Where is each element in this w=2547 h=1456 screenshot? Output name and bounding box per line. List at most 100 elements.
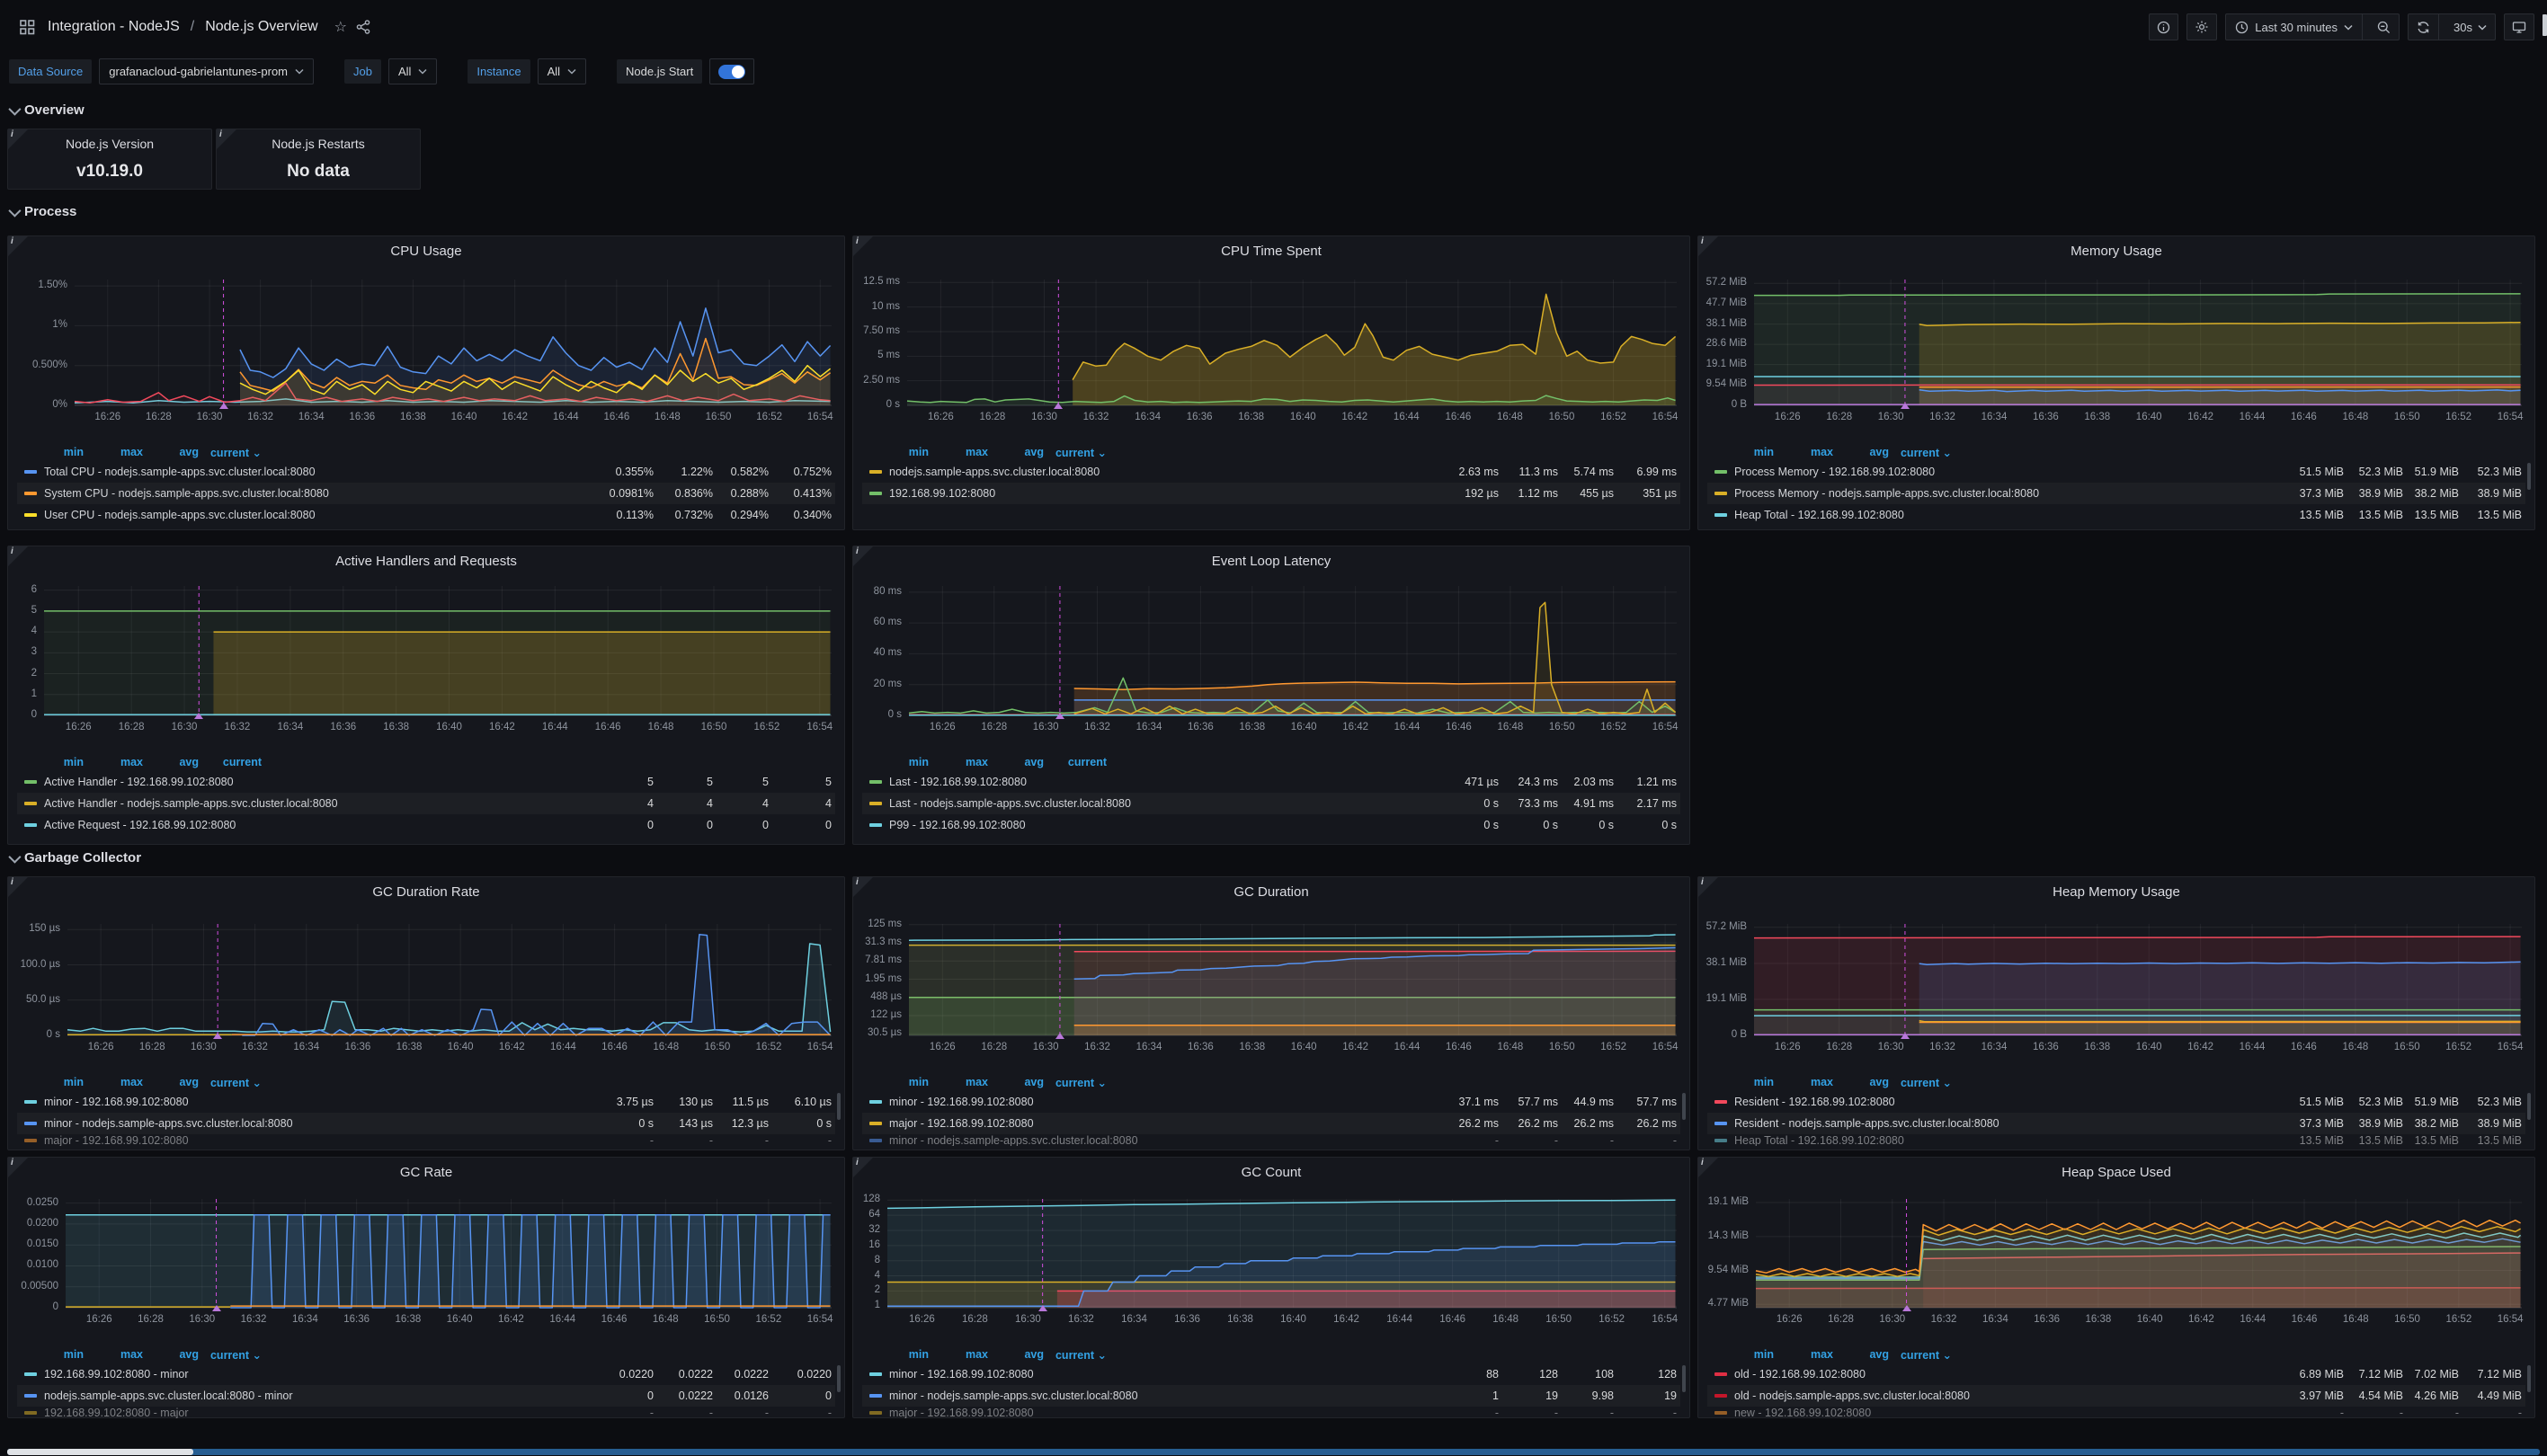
legend-sort-min[interactable]: min [17, 1076, 84, 1088]
legend-sort-max[interactable]: max [1774, 1348, 1833, 1361]
legend-series-color-swatch[interactable] [24, 1139, 37, 1142]
legend-sort-current[interactable]: current ⌄ [199, 446, 262, 459]
legend-sort-min[interactable]: min [862, 446, 929, 458]
panel-title[interactable]: GC Duration [853, 884, 1689, 900]
legend-sort-current[interactable]: current ⌄ [199, 1076, 262, 1089]
legend-sort-avg[interactable]: avg [1833, 1348, 1889, 1361]
chart-canvas-gccount[interactable] [887, 1199, 1677, 1308]
legend-series-color-swatch[interactable] [1714, 1139, 1727, 1142]
legend-sort-min[interactable]: min [17, 1348, 84, 1361]
legend-sort-current[interactable]: current ⌄ [1889, 1348, 1952, 1362]
legend-series-color-swatch[interactable] [24, 1394, 37, 1398]
legend-series-label[interactable]: new - 192.168.99.102:8080 [1734, 1407, 2277, 1418]
legend-series-color-swatch[interactable] [24, 470, 37, 474]
legend-series-label[interactable]: Resident - nodejs.sample-apps.svc.cluste… [1734, 1117, 2277, 1130]
legend-sort-max[interactable]: max [84, 1076, 143, 1088]
legend-sort-current[interactable]: current [1044, 756, 1107, 768]
legend-series-color-swatch[interactable] [24, 1372, 37, 1376]
chart-canvas-handlers[interactable] [44, 586, 832, 715]
legend-series-color-swatch[interactable] [24, 780, 37, 784]
legend-sort-current[interactable]: current ⌄ [1889, 446, 1952, 459]
chart-canvas-mem[interactable] [1754, 280, 2522, 405]
panel-title[interactable]: CPU Usage [8, 244, 844, 259]
legend-sort-current[interactable]: current ⌄ [1044, 446, 1107, 459]
chart-canvas-gcd[interactable] [909, 924, 1677, 1035]
annotation-marker-icon[interactable] [1054, 403, 1063, 409]
panel-title[interactable]: Heap Space Used [1698, 1165, 2534, 1180]
panel-title[interactable]: Memory Usage [1698, 244, 2534, 259]
legend-sort-current[interactable]: current [199, 756, 262, 768]
legend-series-color-swatch[interactable] [1714, 1411, 1727, 1415]
legend-series-label[interactable]: 192.168.99.102:8080 - major [44, 1407, 587, 1418]
legend-series-label[interactable]: Active Request - 192.168.99.102:8080 [44, 819, 587, 831]
legend-sort-max[interactable]: max [84, 446, 143, 458]
legend-sort-current[interactable]: current ⌄ [1044, 1348, 1107, 1362]
legend-series-color-swatch[interactable] [869, 1100, 882, 1104]
legend-series-label[interactable]: Heap Total - 192.168.99.102:8080 [1734, 509, 2277, 521]
legend-series-label[interactable]: Resident - 192.168.99.102:8080 [1734, 1096, 2277, 1108]
annotation-marker-icon[interactable] [1055, 713, 1064, 719]
legend-sort-avg[interactable]: avg [143, 1348, 199, 1361]
legend-series-color-swatch[interactable] [1714, 1122, 1727, 1125]
legend-series-color-swatch[interactable] [869, 1411, 882, 1415]
legend-sort-max[interactable]: max [1774, 446, 1833, 458]
legend-sort-avg[interactable]: avg [988, 1076, 1044, 1088]
legend-sort-max[interactable]: max [929, 1348, 988, 1361]
legend-scrollbar[interactable] [1682, 1365, 1686, 1392]
legend-series-color-swatch[interactable] [1714, 1394, 1727, 1398]
scrollbar-thumb[interactable] [7, 1449, 193, 1455]
legend-sort-min[interactable]: min [17, 756, 84, 768]
annotation-marker-icon[interactable] [1055, 1033, 1064, 1039]
legend-series-label[interactable]: Heap Total - 192.168.99.102:8080 [1734, 1134, 2277, 1146]
legend-sort-min[interactable]: min [1707, 1348, 1774, 1361]
panel-title[interactable]: Event Loop Latency [853, 554, 1689, 569]
legend-series-label[interactable]: major - 192.168.99.102:8080 [44, 1134, 587, 1146]
legend-series-color-swatch[interactable] [869, 1372, 882, 1376]
panel-title[interactable]: GC Count [853, 1165, 1689, 1180]
legend-sort-avg[interactable]: avg [1833, 446, 1889, 458]
legend-series-color-swatch[interactable] [869, 1122, 882, 1125]
legend-series-label[interactable]: minor - nodejs.sample-apps.svc.cluster.l… [889, 1389, 1432, 1402]
legend-scrollbar[interactable] [837, 1365, 841, 1392]
legend-series-label[interactable]: minor - 192.168.99.102:8080 [889, 1096, 1432, 1108]
legend-series-label[interactable]: Total CPU - nodejs.sample-apps.svc.clust… [44, 466, 587, 478]
legend-series-color-swatch[interactable] [869, 1394, 882, 1398]
legend-series-color-swatch[interactable] [869, 492, 882, 495]
legend-sort-avg[interactable]: avg [143, 756, 199, 768]
chart-canvas-heapspace[interactable] [1756, 1199, 2522, 1308]
legend-series-label[interactable]: major - 192.168.99.102:8080 [889, 1117, 1432, 1130]
legend-series-label[interactable]: Active Handler - 192.168.99.102:8080 [44, 776, 587, 788]
legend-series-color-swatch[interactable] [1714, 1100, 1727, 1104]
legend-sort-avg[interactable]: avg [143, 446, 199, 458]
legend-sort-max[interactable]: max [1774, 1076, 1833, 1088]
legend-sort-avg[interactable]: avg [1833, 1076, 1889, 1088]
legend-series-label[interactable]: minor - 192.168.99.102:8080 [44, 1096, 587, 1108]
chart-canvas-gcdr[interactable] [67, 924, 832, 1035]
legend-series-label[interactable]: nodejs.sample-apps.svc.cluster.local:808… [889, 466, 1432, 478]
legend-series-label[interactable]: nodejs.sample-apps.svc.cluster.local:808… [44, 1389, 587, 1402]
annotation-marker-icon[interactable] [1901, 1033, 1910, 1039]
legend-series-label[interactable]: Active Handler - nodejs.sample-apps.svc.… [44, 797, 587, 810]
annotation-marker-icon[interactable] [1902, 1305, 1911, 1311]
legend-series-label[interactable]: System CPU - nodejs.sample-apps.svc.clus… [44, 487, 587, 500]
legend-series-label[interactable]: minor - 192.168.99.102:8080 [889, 1368, 1432, 1381]
legend-series-color-swatch[interactable] [869, 780, 882, 784]
legend-sort-max[interactable]: max [84, 756, 143, 768]
legend-sort-avg[interactable]: avg [143, 1076, 199, 1088]
annotation-marker-icon[interactable] [1038, 1305, 1047, 1311]
legend-series-label[interactable]: User CPU - nodejs.sample-apps.svc.cluste… [44, 509, 587, 521]
legend-sort-min[interactable]: min [862, 756, 929, 768]
legend-sort-max[interactable]: max [929, 446, 988, 458]
legend-sort-max[interactable]: max [929, 756, 988, 768]
legend-series-label[interactable]: Last - 192.168.99.102:8080 [889, 776, 1432, 788]
legend-sort-min[interactable]: min [862, 1348, 929, 1361]
annotation-marker-icon[interactable] [194, 713, 203, 719]
legend-series-label[interactable]: Process Memory - 192.168.99.102:8080 [1734, 466, 2277, 478]
legend-sort-avg[interactable]: avg [988, 446, 1044, 458]
legend-sort-avg[interactable]: avg [988, 1348, 1044, 1361]
chart-canvas-heapmem[interactable] [1754, 924, 2522, 1035]
legend-series-color-swatch[interactable] [869, 802, 882, 805]
legend-sort-current[interactable]: current ⌄ [1889, 1076, 1952, 1089]
legend-scrollbar[interactable] [1682, 1093, 1686, 1120]
legend-series-color-swatch[interactable] [24, 513, 37, 517]
